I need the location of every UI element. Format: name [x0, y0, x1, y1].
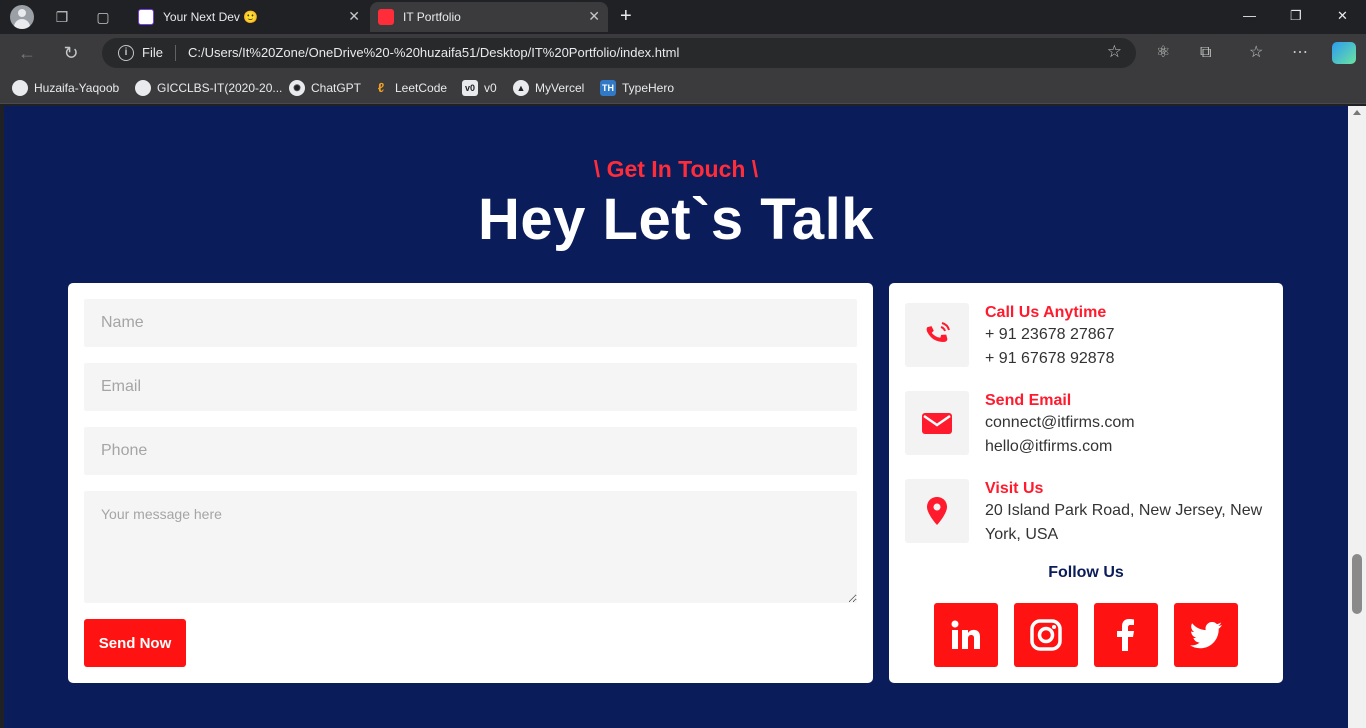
bookmark-label: ChatGPT — [311, 81, 362, 95]
minimize-icon[interactable]: — — [1243, 8, 1256, 23]
workspaces-icon[interactable]: ❐ — [52, 7, 72, 27]
vercel-icon: ▲ — [513, 80, 529, 96]
twitter-icon — [1189, 622, 1222, 649]
bookmark-item[interactable]: Huzaifa-Yaqoob — [12, 80, 119, 96]
url-text[interactable]: C:/Users/It%20Zone/OneDrive%20-%20huzaif… — [188, 45, 679, 60]
instagram-button[interactable] — [1014, 603, 1078, 667]
bookmark-item[interactable]: TH TypeHero — [600, 80, 674, 96]
browser-toolbar: ← ↻ i File C:/Users/It%20Zone/OneDrive%2… — [0, 34, 1366, 72]
new-tab-icon[interactable]: + — [620, 5, 632, 27]
bookmark-label: Huzaifa-Yaqoob — [34, 81, 120, 95]
message-textarea[interactable] — [84, 491, 857, 603]
location-pin-icon — [905, 479, 969, 543]
follow-us-label: Follow Us — [1048, 564, 1124, 581]
linkedin-icon — [951, 620, 980, 649]
facebook-button[interactable] — [1094, 603, 1158, 667]
copilot-icon[interactable] — [1332, 42, 1356, 64]
address-bar[interactable]: i File C:/Users/It%20Zone/OneDrive%20-%2… — [102, 38, 1136, 68]
page-viewport: \ Get In Touch \ Hey Let`s Talk Send Now… — [4, 106, 1348, 728]
facebook-icon — [1117, 619, 1134, 651]
email-address: hello@itfirms.com — [985, 438, 1113, 455]
url-scheme-label: File — [142, 45, 163, 60]
phone-number: + 91 67678 92878 — [985, 350, 1115, 367]
favorite-star-icon[interactable]: ☆ — [1107, 42, 1122, 62]
street-address: 20 Island Park Road, New Jersey, New Yor… — [985, 502, 1263, 543]
bookmark-label: MyVercel — [535, 81, 585, 95]
tab-it-portfolio[interactable]: IT Portfolio ✕ — [370, 2, 608, 32]
email-title: Send Email — [985, 392, 1072, 409]
reload-icon[interactable]: ↻ — [60, 42, 82, 64]
contact-form-card: Send Now — [68, 283, 873, 683]
visit-title: Visit Us — [985, 480, 1044, 497]
bookmarks-bar: Huzaifa-Yaqoob GICCLBS-IT(2020-20... ✺ Ch… — [0, 72, 1366, 104]
send-now-button[interactable]: Send Now — [84, 619, 186, 667]
scroll-up-icon[interactable] — [1353, 110, 1361, 115]
tab-title: Your Next Dev 🙂 — [163, 10, 259, 24]
bookmark-item[interactable]: ℓ LeetCode — [373, 80, 447, 96]
typehero-icon: TH — [600, 80, 616, 96]
bookmark-label: GICCLBS-IT(2020-20... — [157, 81, 283, 95]
instagram-icon — [1030, 619, 1062, 651]
section-subtitle: \ Get In Touch \ — [593, 156, 759, 182]
bookmark-label: v0 — [484, 81, 497, 95]
scrollbar-thumb[interactable] — [1352, 554, 1362, 614]
github-icon — [12, 80, 28, 96]
phone-input[interactable] — [84, 427, 857, 475]
bookmark-item[interactable]: v0 v0 — [462, 80, 497, 96]
close-tab-icon[interactable]: ✕ — [348, 8, 360, 25]
favorites-icon[interactable]: ☆ — [1249, 43, 1263, 63]
phone-ringing-icon — [905, 303, 969, 367]
browser-tabbar: ❐ ▢ Your Next Dev 🙂 ✕ IT Portfolio ✕ + —… — [0, 0, 1366, 34]
back-arrow-icon[interactable]: ← — [16, 42, 38, 64]
bookmark-item[interactable]: GICCLBS-IT(2020-20... — [135, 80, 282, 96]
bookmark-item[interactable]: ▲ MyVercel — [513, 80, 584, 96]
divider — [175, 45, 176, 61]
site-info-icon[interactable]: i — [118, 45, 134, 61]
close-tab-icon[interactable]: ✕ — [588, 8, 600, 25]
contact-info-card: Call Us Anytime + 91 23678 27867 + 91 67… — [889, 283, 1283, 683]
envelope-icon — [905, 391, 969, 455]
more-menu-icon[interactable]: ⋯ — [1292, 43, 1308, 63]
bookmark-label: LeetCode — [395, 81, 448, 95]
tab-your-next-dev[interactable]: Your Next Dev 🙂 ✕ — [130, 2, 368, 32]
extensions-icon[interactable]: ⧉ — [1200, 43, 1211, 63]
name-input[interactable] — [84, 299, 857, 347]
email-address: connect@itfirms.com — [985, 414, 1135, 431]
call-title: Call Us Anytime — [985, 304, 1107, 321]
v0-icon: v0 — [462, 80, 478, 96]
github-icon — [135, 80, 151, 96]
restore-icon[interactable]: ❐ — [1290, 8, 1302, 24]
profile-avatar-icon[interactable] — [10, 5, 34, 29]
tab-title: IT Portfolio — [403, 10, 461, 24]
react-devtools-icon[interactable]: ⚛ — [1156, 43, 1170, 63]
close-window-icon[interactable]: ✕ — [1337, 8, 1348, 24]
email-input[interactable] — [84, 363, 857, 411]
portfolio-favicon-icon — [378, 9, 394, 25]
bookmark-item[interactable]: ✺ ChatGPT — [289, 80, 361, 96]
tab-actions-icon[interactable]: ▢ — [93, 7, 113, 27]
bookmark-label: TypeHero — [622, 81, 675, 95]
section-heading: Hey Let`s Talk — [478, 187, 874, 252]
nextdev-favicon-icon — [138, 9, 154, 25]
linkedin-button[interactable] — [934, 603, 998, 667]
leetcode-icon: ℓ — [377, 80, 385, 95]
chatgpt-icon: ✺ — [289, 80, 305, 96]
twitter-button[interactable] — [1174, 603, 1238, 667]
phone-number: + 91 23678 27867 — [985, 326, 1115, 343]
page-scrollbar[interactable] — [1348, 106, 1366, 728]
